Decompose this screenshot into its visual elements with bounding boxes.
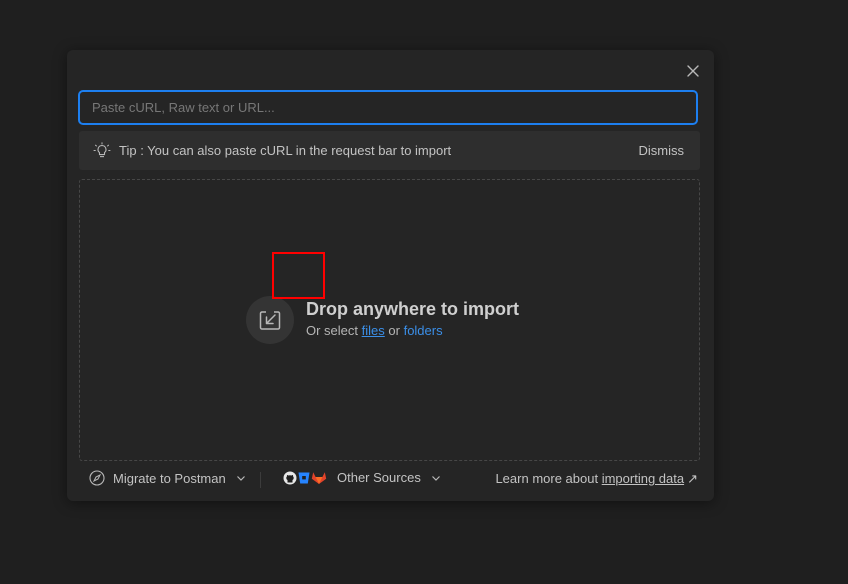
dialog-footer: Migrate to Postman Other Sources Learn m…: [79, 468, 700, 492]
gitlab-icon: [311, 471, 327, 484]
close-icon: [687, 65, 699, 77]
subtitle-or: or: [388, 323, 400, 338]
lightbulb-icon: [93, 141, 111, 157]
import-icon-circle: [246, 296, 294, 344]
select-files-link[interactable]: files: [362, 323, 385, 338]
bitbucket-icon: [298, 472, 310, 483]
learn-more: Learn more about importing data ↗: [495, 471, 698, 487]
drop-title: Drop anywhere to import: [306, 299, 520, 319]
close-button[interactable]: [684, 62, 702, 80]
migrate-label: Migrate to Postman: [113, 470, 226, 486]
tip-banner: Tip : You can also paste cURL in the req…: [79, 131, 700, 170]
source-icons: [283, 471, 328, 485]
chevron-down-icon: [431, 475, 440, 481]
tip-text: Tip : You can also paste cURL in the req…: [119, 143, 452, 158]
drop-subtitle: Or select files or folders: [306, 323, 443, 338]
footer-divider: [260, 472, 261, 488]
other-sources-label: Other Sources: [337, 470, 421, 485]
dismiss-button[interactable]: Dismiss: [639, 143, 685, 158]
external-link-icon: ↗: [687, 471, 698, 486]
migrate-to-postman-button[interactable]: Migrate to Postman: [89, 470, 246, 486]
compass-icon: [89, 470, 105, 486]
learn-more-prefix: Learn more about: [495, 471, 599, 486]
chevron-down-icon: [236, 476, 245, 481]
other-sources-button[interactable]: Other Sources: [283, 470, 441, 485]
import-dialog: Tip : You can also paste cURL in the req…: [67, 50, 714, 501]
drop-zone[interactable]: Drop anywhere to import Or select files …: [79, 179, 700, 461]
select-folders-link[interactable]: folders: [404, 323, 443, 338]
subtitle-prefix: Or select: [306, 323, 359, 338]
github-icon: [283, 471, 297, 484]
import-search-input[interactable]: [78, 90, 698, 125]
import-arrow-icon: [259, 311, 281, 330]
importing-data-link[interactable]: importing data: [602, 471, 684, 486]
